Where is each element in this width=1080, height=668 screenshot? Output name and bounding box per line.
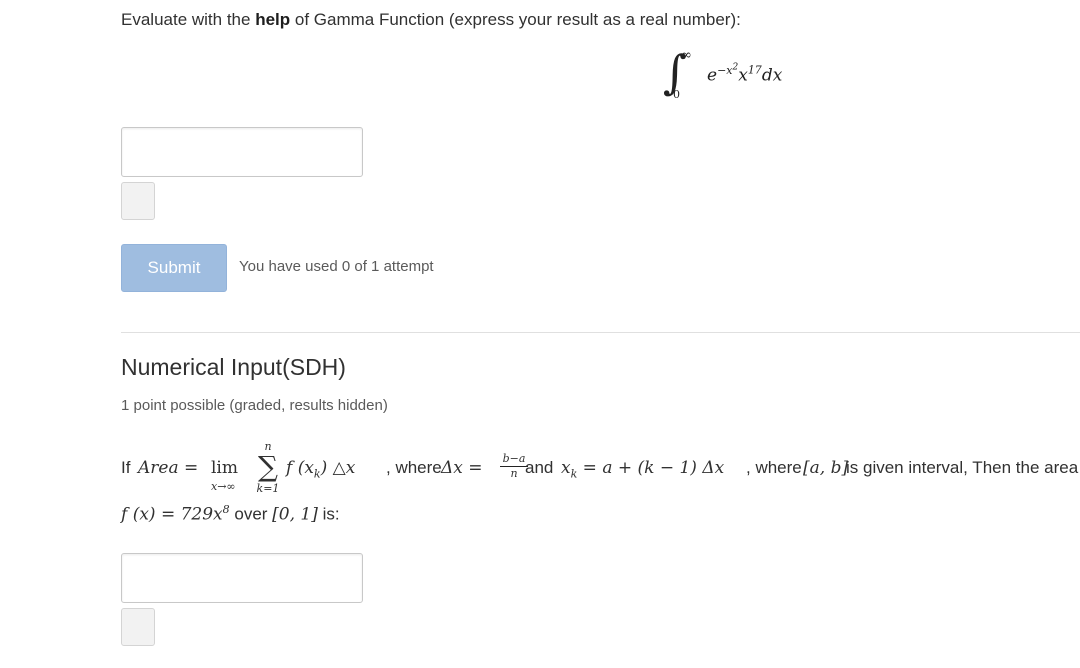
xk-definition: xk = a + (k − 1) Δx [561, 458, 724, 480]
integrand-factor-power: 17 [747, 63, 762, 77]
problem-statement-line-2: f (x) = 729x8 over [0, 1] is: [121, 503, 340, 525]
prompt-text-start: Evaluate with the [121, 10, 256, 29]
problem-title: Numerical Input(SDH) [121, 354, 346, 380]
problem-statement-line-1: If Area = lim x→∞ n ∑ k=1 f (xk) △x , wh… [121, 440, 1080, 502]
fraction-denominator: n [510, 467, 518, 480]
integrand-factor: x [738, 65, 748, 86]
answer-status-indicator [121, 182, 155, 220]
summation-sign: ∑ [258, 450, 278, 483]
fraction-numerator: b−a [500, 452, 528, 467]
if-text: If [121, 458, 131, 477]
function-definition: f (x) = 729x [121, 504, 223, 525]
summand-function: f (x [286, 458, 314, 478]
interval-01: [0, 1] [272, 504, 318, 525]
xk-variable: x [561, 458, 571, 478]
answer-status-indicator-2 [121, 608, 155, 646]
answer-input-2[interactable] [121, 553, 363, 603]
and-text: and [525, 458, 554, 477]
prompt-text-end: of Gamma Function (express your result a… [290, 10, 741, 29]
integrand-exponent: −x [717, 63, 733, 77]
integrand: e−x2x17dx [707, 62, 782, 85]
answer-input[interactable] [121, 127, 363, 177]
summation-lower: k=1 [256, 482, 280, 495]
delta-expression: Δx = [441, 458, 483, 478]
section-divider [121, 332, 1080, 333]
where-text-2: , where [746, 458, 802, 477]
integral-expression: ∫ ∞ 0 e−x2x17dx [663, 44, 803, 104]
integral-lower-limit: 0 [673, 88, 680, 101]
integrand-base: e [707, 65, 718, 86]
limit-operator: lim x→∞ [211, 458, 238, 493]
prompt-bold-text: help [255, 10, 291, 29]
integrand-differential: dx [761, 65, 783, 86]
summation-operator: n ∑ k=1 [255, 440, 281, 495]
integral-upper-limit: ∞ [681, 48, 692, 63]
function-power: 8 [222, 503, 230, 516]
where-text-1: , where [386, 458, 442, 477]
question-prompt: Evaluate with the help of Gamma Function… [121, 10, 741, 30]
xk-formula: = a + (k − 1) Δx [577, 458, 725, 478]
submit-button[interactable]: Submit [121, 244, 227, 292]
is-text: is: [317, 504, 340, 524]
summand: f (xk) △x [286, 458, 355, 480]
area-expression: Area = [138, 458, 199, 478]
limit-word: lim [211, 458, 238, 478]
attempts-text: You have used 0 of 1 attempt [239, 258, 434, 275]
points-possible: 1 point possible (graded, results hidden… [121, 397, 388, 414]
limit-subscript: x→∞ [211, 480, 236, 493]
interval-ab: [a, b] [803, 458, 849, 478]
statement-tail: is given interval, Then the area [846, 458, 1079, 477]
summand-subscript: k [313, 467, 321, 481]
over-text: over [229, 504, 273, 524]
delta-fraction: b−a n [500, 452, 528, 481]
summand-tail: ) △x [320, 458, 356, 478]
